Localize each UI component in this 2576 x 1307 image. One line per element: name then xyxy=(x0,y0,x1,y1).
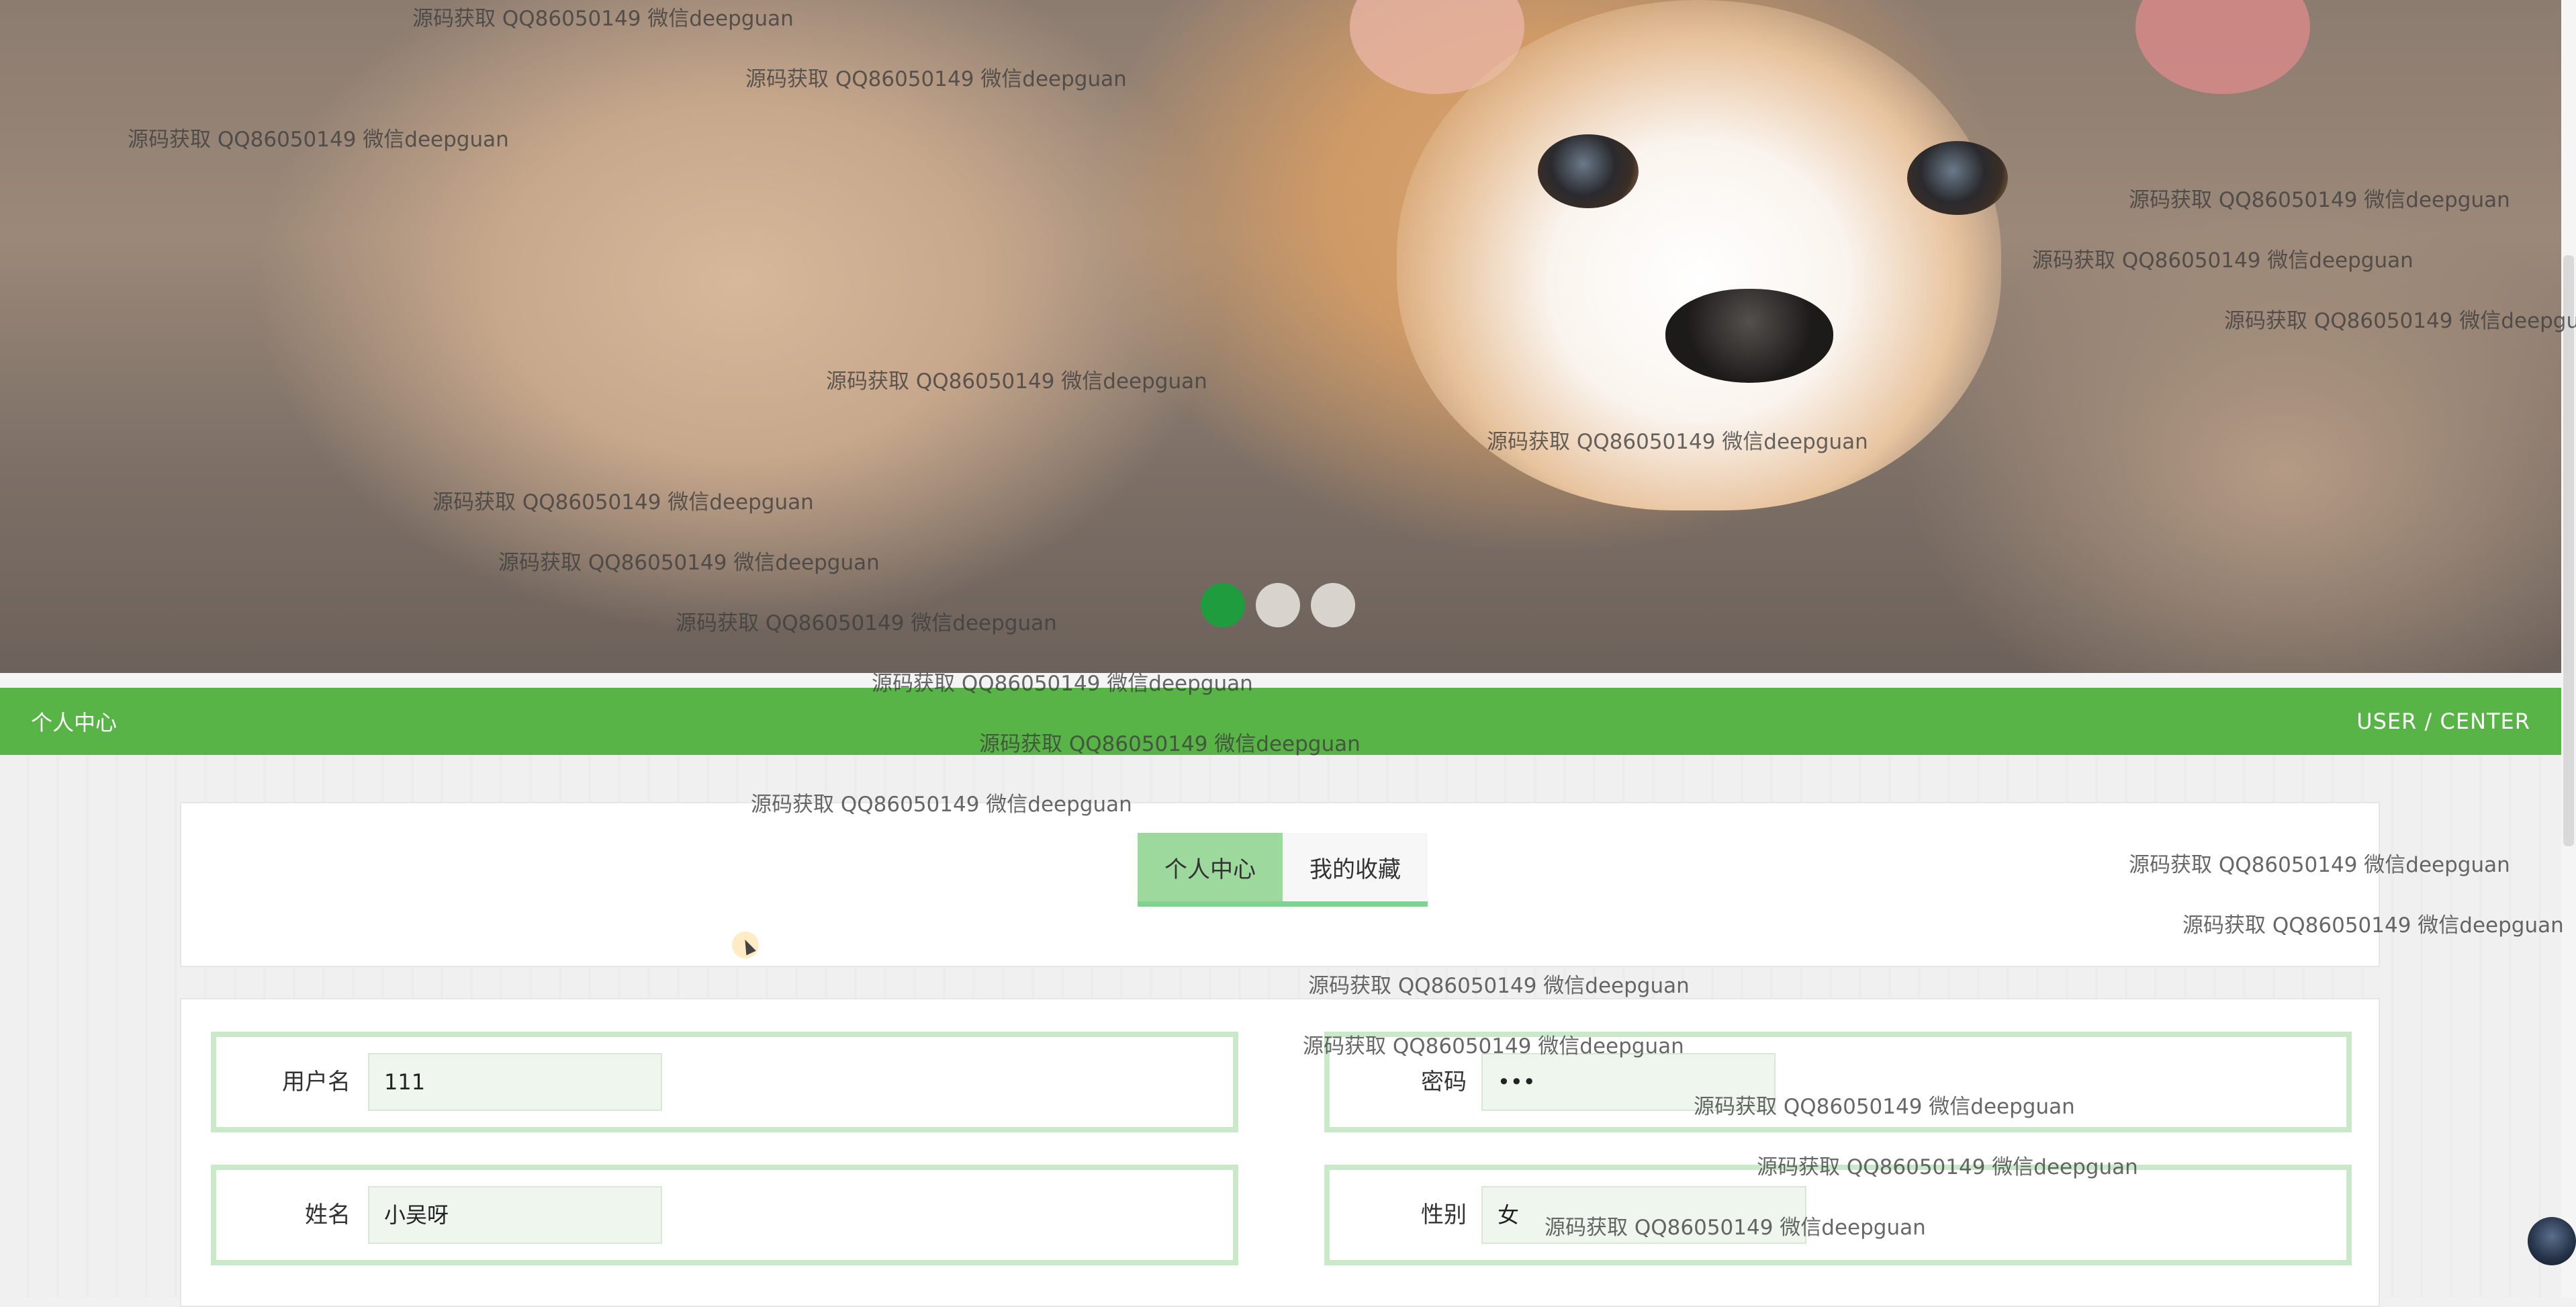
watermark: 源码获取 QQ86050149 微信deepguan xyxy=(2224,309,2576,333)
watermark: 源码获取 QQ86050149 微信deepguan xyxy=(979,732,1361,756)
dog-nose xyxy=(1665,289,1833,383)
tab-panel: 个人中心 我的收藏 xyxy=(180,802,2380,967)
tab-personal-center[interactable]: 个人中心 xyxy=(1138,833,1283,907)
watermark: 源码获取 QQ86050149 微信deepguan xyxy=(1757,1155,2138,1179)
watermark: 源码获取 QQ86050149 微信deepguan xyxy=(745,67,1127,91)
watermark: 源码获取 QQ86050149 微信deepguan xyxy=(2129,853,2510,877)
dog-eye xyxy=(1538,134,1639,208)
section-divider xyxy=(0,673,2561,688)
section-title: 个人中心 xyxy=(31,710,118,735)
username-row: 用户名 111 xyxy=(211,1032,1238,1132)
section-subtitle: USER / CENTER xyxy=(2356,709,2530,734)
watermark: 源码获取 QQ86050149 微信deepguan xyxy=(498,551,880,575)
watermark: 源码获取 QQ86050149 微信deepguan xyxy=(128,128,509,152)
watermark: 源码获取 QQ86050149 微信deepguan xyxy=(432,490,814,514)
watermark: 源码获取 QQ86050149 微信deepguan xyxy=(1303,1034,1684,1058)
name-label: 姓名 xyxy=(305,1202,351,1228)
watermark: 源码获取 QQ86050149 微信deepguan xyxy=(1308,974,1690,998)
watermark: 源码获取 QQ86050149 微信deepguan xyxy=(1545,1216,1926,1240)
carousel-dot-2[interactable] xyxy=(1256,583,1300,627)
username-label: 用户名 xyxy=(282,1069,351,1095)
watermark: 源码获取 QQ86050149 微信deepguan xyxy=(676,611,1057,635)
watermark: 源码获取 QQ86050149 微信deepguan xyxy=(412,7,794,31)
dog-ear xyxy=(2135,0,2310,94)
name-row: 姓名 小吴呀 xyxy=(211,1165,1238,1265)
watermark: 源码获取 QQ86050149 微信deepguan xyxy=(2032,249,2413,273)
name-field[interactable]: 小吴呀 xyxy=(368,1186,662,1244)
scrollbar-thumb[interactable] xyxy=(2563,255,2574,846)
floating-avatar[interactable] xyxy=(2528,1217,2576,1265)
username-field[interactable]: 111 xyxy=(368,1053,662,1111)
carousel-indicators xyxy=(1201,583,1355,627)
tab-bar: 个人中心 我的收藏 xyxy=(1138,833,1428,907)
banner-carousel[interactable] xyxy=(0,0,2561,673)
carousel-dot-3[interactable] xyxy=(1311,583,1355,627)
tab-my-favorites[interactable]: 我的收藏 xyxy=(1283,833,1428,907)
watermark: 源码获取 QQ86050149 微信deepguan xyxy=(1694,1095,2075,1119)
watermark: 源码获取 QQ86050149 微信deepguan xyxy=(2182,913,2564,938)
gender-label: 性别 xyxy=(1421,1202,1467,1228)
watermark: 源码获取 QQ86050149 微信deepguan xyxy=(2129,188,2510,212)
watermark: 源码获取 QQ86050149 微信deepguan xyxy=(826,369,1207,394)
watermark: 源码获取 QQ86050149 微信deepguan xyxy=(751,793,1132,817)
dog-eye xyxy=(1907,141,2008,215)
watermark: 源码获取 QQ86050149 微信deepguan xyxy=(1487,430,1868,454)
carousel-dot-1[interactable] xyxy=(1201,583,1245,627)
watermark: 源码获取 QQ86050149 微信deepguan xyxy=(872,672,1253,696)
